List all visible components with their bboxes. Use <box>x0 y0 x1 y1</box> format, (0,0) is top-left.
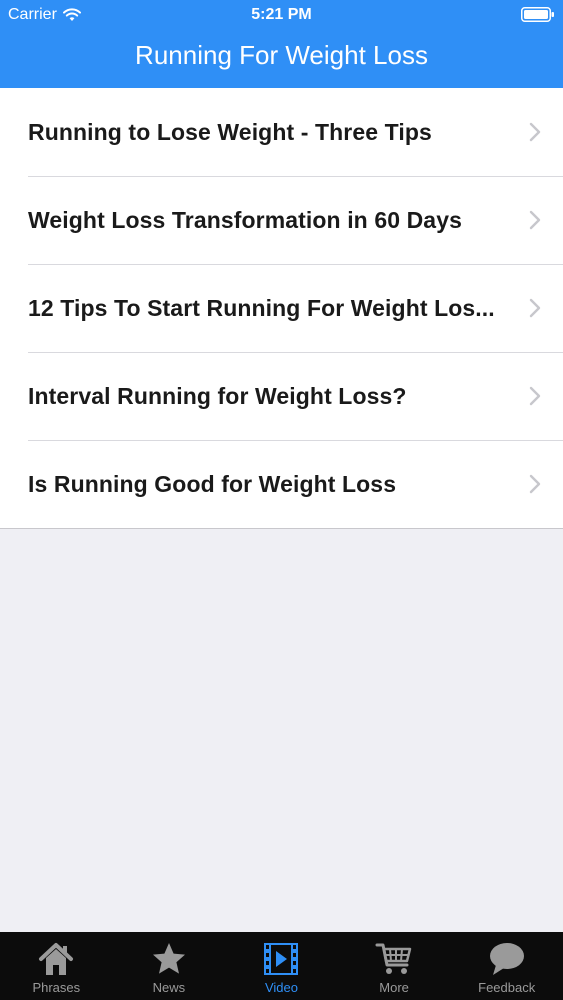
status-time: 5:21 PM <box>251 6 312 23</box>
list-item[interactable]: Is Running Good for Weight Loss <box>0 440 563 528</box>
tab-video[interactable]: Video <box>225 932 338 1000</box>
list-item[interactable]: Running to Lose Weight - Three Tips <box>0 88 563 176</box>
tab-bar: Phrases News Video More Feedback <box>0 932 563 1000</box>
speech-bubble-icon <box>488 940 526 978</box>
status-bar: Carrier 5:21 PM <box>0 0 563 28</box>
chevron-right-icon <box>529 122 541 142</box>
tab-phrases[interactable]: Phrases <box>0 932 113 1000</box>
chevron-right-icon <box>529 386 541 406</box>
chevron-right-icon <box>529 298 541 318</box>
list-item-label: Interval Running for Weight Loss? <box>28 382 407 409</box>
list-item[interactable]: 12 Tips To Start Running For Weight Los.… <box>0 264 563 352</box>
list-item-label: Weight Loss Transformation in 60 Days <box>28 206 462 233</box>
app-screen: Carrier 5:21 PM Running For Weight Loss … <box>0 0 563 1000</box>
tab-news[interactable]: News <box>113 932 226 1000</box>
cart-icon <box>375 940 413 978</box>
film-icon <box>262 940 300 978</box>
tab-label: Phrases <box>32 980 81 995</box>
list-item[interactable]: Interval Running for Weight Loss? <box>0 352 563 440</box>
list-item-label: Is Running Good for Weight Loss <box>28 470 397 497</box>
star-icon <box>151 940 187 978</box>
home-icon <box>37 940 75 978</box>
tab-feedback[interactable]: Feedback <box>450 932 563 1000</box>
tab-label: Video <box>264 980 298 995</box>
chevron-right-icon <box>529 210 541 230</box>
tab-more[interactable]: More <box>338 932 451 1000</box>
tab-label: News <box>152 980 186 995</box>
list-item[interactable]: Weight Loss Transformation in 60 Days <box>0 176 563 264</box>
tab-label: More <box>379 980 409 995</box>
video-list: Running to Lose Weight - Three Tips Weig… <box>0 88 563 529</box>
tab-label: Feedback <box>478 980 536 995</box>
header: Carrier 5:21 PM Running For Weight Loss <box>0 0 563 88</box>
battery-icon <box>521 7 555 22</box>
page-title: Running For Weight Loss <box>135 40 428 70</box>
chevron-right-icon <box>529 474 541 494</box>
list-item-label: 12 Tips To Start Running For Weight Los.… <box>28 294 495 321</box>
list-item-label: Running to Lose Weight - Three Tips <box>28 118 432 145</box>
